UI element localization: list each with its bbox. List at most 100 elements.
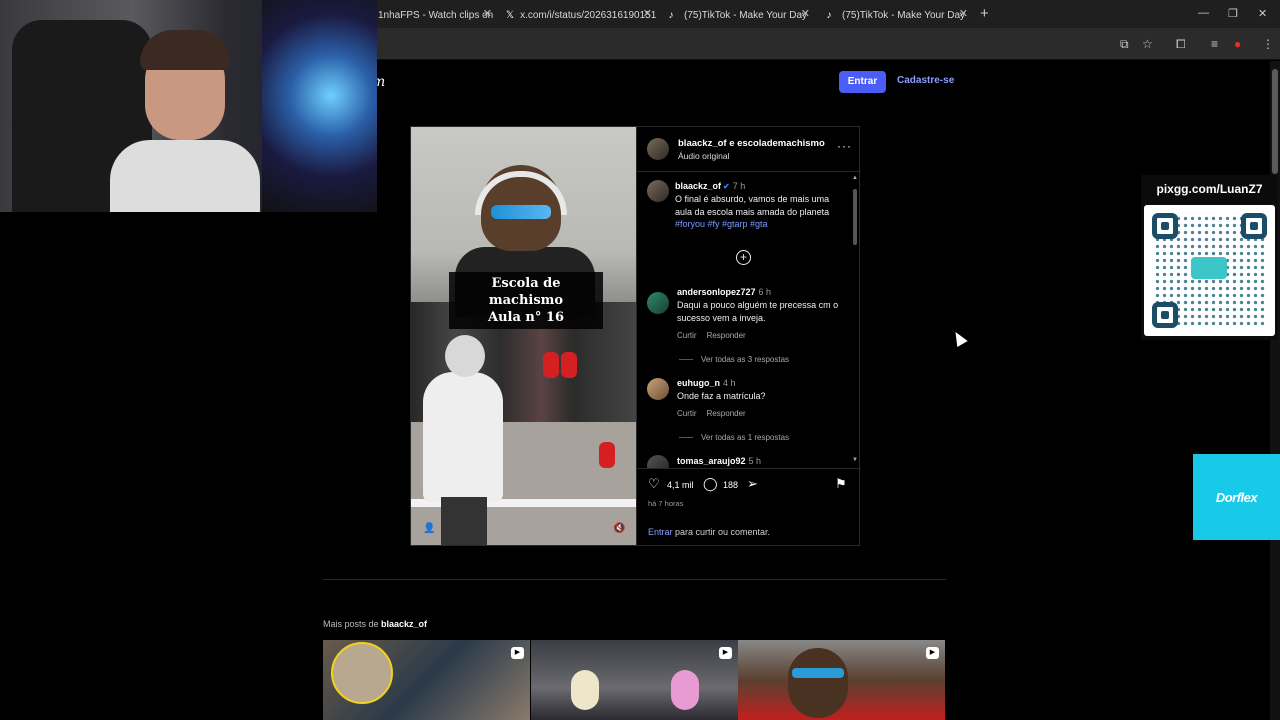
minimize-icon[interactable]: — bbox=[1198, 7, 1209, 19]
like-comment-button[interactable]: Curtir bbox=[677, 331, 697, 340]
extensions-icon[interactable]: ⧠ bbox=[1176, 37, 1186, 52]
comments-list: blaackz_of ✔ 7 h O final é absurdo, vamos … bbox=[637, 172, 861, 468]
caption-hashtags[interactable]: #foryou #fy #gtarp #gta bbox=[675, 219, 768, 229]
video-detail bbox=[561, 352, 577, 378]
cast-icon[interactable]: ⧉ bbox=[1120, 37, 1129, 52]
tab-title: (75)TikTok - Make Your Day bbox=[684, 9, 808, 21]
view-replies-link[interactable]: Ver todas as 1 respostas bbox=[679, 433, 789, 442]
share-icon[interactable]: ➢ bbox=[747, 476, 758, 492]
thumbnail-figure bbox=[671, 670, 699, 710]
like-comment-button[interactable]: Curtir bbox=[677, 409, 697, 418]
comment-time: 4 h bbox=[723, 378, 736, 388]
video-caption-line2: Aula n° 16 bbox=[488, 310, 564, 325]
browser-tab-kick[interactable]: 1nhaFPS - Watch clips on K ✕ bbox=[378, 4, 496, 26]
signup-link[interactable]: Cadastre-se bbox=[897, 75, 954, 86]
bookmark-icon[interactable]: ⚑ bbox=[835, 476, 847, 492]
caption-body: O final é absurdo, vamos de mais uma aul… bbox=[675, 194, 830, 217]
media-icon[interactable]: ≡ bbox=[1211, 37, 1218, 51]
post-authors[interactable]: blaackz_of e escolademachismo bbox=[678, 138, 825, 149]
post-thumbnail[interactable]: ▶ bbox=[738, 640, 945, 720]
login-prompt: Entrar para curtir ou comentar. bbox=[648, 527, 770, 537]
page-scrollbar[interactable] bbox=[1270, 61, 1280, 720]
menu-icon[interactable]: ⋮ bbox=[1262, 37, 1274, 51]
post-video[interactable]: Escola de machismo Aula n° 16 👤 🔇 bbox=[411, 127, 636, 545]
user-tag-icon[interactable]: 👤 bbox=[423, 523, 435, 534]
restore-icon[interactable]: ❐ bbox=[1228, 7, 1238, 20]
comment-text: Daqui a pouco alguém te precessa cm o su… bbox=[677, 300, 839, 323]
login-button[interactable]: Entrar bbox=[839, 71, 886, 93]
reply-button[interactable]: Responder bbox=[707, 409, 746, 418]
qr-logo bbox=[1191, 257, 1227, 279]
streamer-body bbox=[110, 140, 260, 212]
reel-icon: ▶ bbox=[926, 647, 939, 659]
comment-username[interactable]: tomas_araujo92 bbox=[677, 456, 746, 466]
mute-icon[interactable]: 🔇 bbox=[613, 523, 625, 534]
post-thumbnail[interactable]: ▶ bbox=[323, 640, 530, 720]
caption-time: 7 h bbox=[732, 181, 746, 191]
profile-icon[interactable]: ● bbox=[1234, 37, 1241, 51]
comment-author[interactable]: andersonlopez727 6 h bbox=[677, 287, 771, 297]
video-detail bbox=[543, 352, 559, 378]
thumbnail-face bbox=[788, 648, 848, 718]
x-icon: 𝕏 bbox=[506, 9, 515, 21]
commenter-avatar[interactable] bbox=[647, 455, 669, 468]
tab-close-icon[interactable]: ✕ bbox=[801, 7, 810, 20]
tab-close-icon[interactable]: ✕ bbox=[643, 7, 652, 20]
like-count: 4,1 mil bbox=[667, 480, 694, 490]
qr-finder bbox=[1152, 302, 1178, 328]
caption-username[interactable]: blaackz_of bbox=[675, 181, 721, 191]
author-avatar[interactable] bbox=[647, 138, 669, 160]
sponsor-logo: Dorflex bbox=[1215, 490, 1258, 505]
qr-label: pixgg.com/LuanZ7 bbox=[1156, 182, 1263, 196]
caption-text: O final é absurdo, vamos de mais uma aul… bbox=[675, 193, 843, 231]
scroll-up-icon[interactable]: ▲ bbox=[852, 175, 858, 181]
commenter-avatar[interactable] bbox=[647, 292, 669, 314]
section-divider bbox=[323, 579, 946, 580]
more-options-icon[interactable]: ··· bbox=[837, 139, 852, 153]
divider bbox=[637, 468, 861, 469]
comment-text: Onde faz a matrícula? bbox=[677, 391, 766, 401]
audio-label[interactable]: Áudio original bbox=[678, 151, 730, 161]
star-icon[interactable]: ☆ bbox=[1142, 37, 1153, 51]
browser-tab-tiktok-2[interactable]: ♪ (75)TikTok - Make Your Day ✕ bbox=[822, 4, 972, 26]
scroll-down-icon[interactable]: ▼ bbox=[852, 457, 858, 463]
post-card: Escola de machismo Aula n° 16 👤 🔇 blaack… bbox=[410, 126, 861, 546]
scrollbar-thumb[interactable] bbox=[853, 189, 857, 245]
page-scrollbar-thumb[interactable] bbox=[1272, 69, 1278, 174]
more-posts-user[interactable]: blaackz_of bbox=[381, 619, 427, 629]
comment-username[interactable]: euhugo_n bbox=[677, 378, 720, 388]
comment-author[interactable]: euhugo_n 4 h bbox=[677, 378, 736, 388]
caption-avatar[interactable] bbox=[647, 180, 669, 202]
heart-icon[interactable]: ♡ bbox=[648, 476, 660, 492]
more-posts-prefix: Mais posts de bbox=[323, 619, 382, 629]
comment-time: 6 h bbox=[758, 287, 772, 297]
video-caption-line1: Escola de machismo bbox=[488, 276, 564, 308]
comment-username[interactable]: andersonlopez727 bbox=[677, 287, 756, 297]
load-more-comments-icon[interactable]: + bbox=[736, 250, 751, 265]
comment-time: 5 h bbox=[748, 456, 762, 466]
new-tab-button[interactable]: + bbox=[980, 5, 989, 22]
reel-icon: ▶ bbox=[511, 647, 524, 659]
qr-finder bbox=[1241, 213, 1267, 239]
caption-author[interactable]: blaackz_of ✔ 7 h bbox=[675, 181, 745, 191]
comment-icon[interactable]: ◯ bbox=[703, 476, 718, 492]
tab-close-icon[interactable]: ✕ bbox=[483, 7, 492, 20]
tab-title: 1nhaFPS - Watch clips on K bbox=[378, 9, 496, 21]
tab-close-icon[interactable]: ✕ bbox=[959, 7, 968, 20]
comment-author[interactable]: tomas_araujo92 5 h bbox=[677, 456, 761, 466]
browser-tab-tiktok-1[interactable]: ♪ (75)TikTok - Make Your Day ✕ bbox=[664, 4, 814, 26]
video-detail bbox=[599, 442, 615, 468]
tab-title: x.com/i/status/2026316190151 bbox=[520, 9, 656, 21]
commenter-avatar[interactable] bbox=[647, 378, 669, 400]
reply-button[interactable]: Responder bbox=[707, 331, 746, 340]
view-replies-link[interactable]: Ver todas as 3 respostas bbox=[679, 355, 789, 364]
login-prompt-text: para curtir ou comentar. bbox=[672, 527, 771, 537]
post-thumbnail[interactable]: ▶ bbox=[531, 640, 738, 720]
login-prompt-link[interactable]: Entrar bbox=[648, 527, 673, 537]
tab-title: (75)TikTok - Make Your Day bbox=[842, 9, 966, 21]
streamer-hair bbox=[140, 30, 230, 70]
window-close-icon[interactable]: ✕ bbox=[1258, 7, 1267, 20]
browser-tab-x[interactable]: 𝕏 x.com/i/status/2026316190151 ✕ bbox=[506, 4, 656, 26]
comments-scrollbar[interactable]: ▲ ▼ bbox=[851, 175, 859, 465]
qr-code bbox=[1144, 205, 1275, 336]
